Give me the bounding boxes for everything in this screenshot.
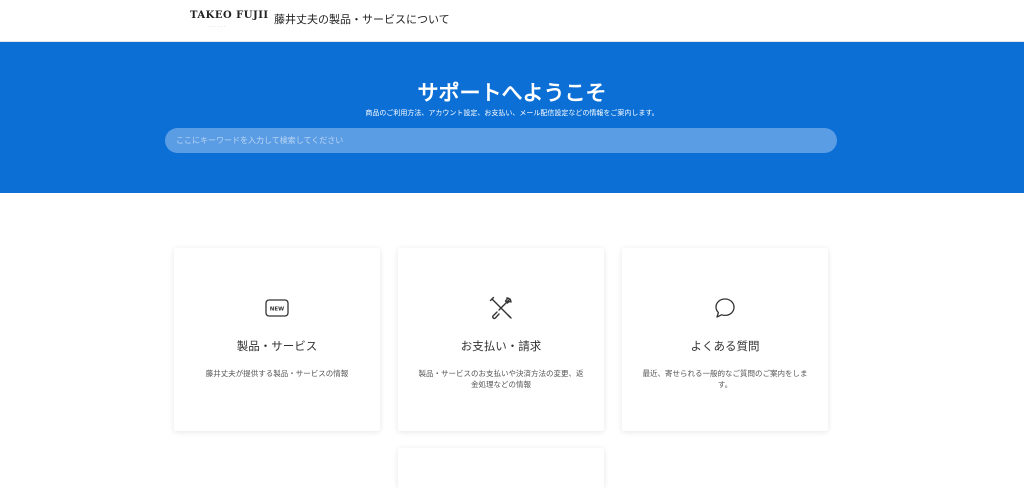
site-logo[interactable]: TAKEO FUJII - - - - - - (190, 9, 269, 31)
category-card-payment[interactable]: お支払い・請求 製品・サービスのお支払いや決済方法の変更、返金処理などの情報 (398, 248, 604, 431)
card-description: 製品・サービスのお支払いや決済方法の変更、返金処理などの情報 (418, 369, 584, 389)
search-input[interactable] (165, 128, 837, 153)
card-description: 最近、寄せられる一般的なご質問のご案内をします。 (642, 369, 808, 389)
hero-subtitle: 商品のご利用方法、アカウント設定、お支払い、メール配信設定などの情報をご案内しま… (365, 109, 659, 117)
new-badge-icon: NEW (174, 295, 380, 321)
about-products-link[interactable]: 藤井丈夫の製品・サービスについて (274, 13, 450, 27)
svg-text:NEW: NEW (270, 307, 284, 313)
speech-bubble-icon (622, 295, 828, 321)
card-title: よくある質問 (690, 339, 760, 353)
top-navigation-bar: TAKEO FUJII - - - - - - 藤井丈夫の製品・サービスについて (0, 0, 1024, 42)
card-title: お支払い・請求 (460, 339, 542, 353)
hero-banner: サポートへようこそ 商品のご利用方法、アカウント設定、お支払い、メール配信設定な… (0, 42, 1024, 193)
logo-tagline-mark: - - - - - - (208, 24, 226, 28)
card-title: 製品・サービス (236, 339, 318, 353)
logo-text: TAKEO FUJII (190, 10, 269, 21)
category-card-faq[interactable]: よくある質問 最近、寄せられる一般的なご質問のご案内をします。 (622, 248, 828, 431)
category-card-products[interactable]: NEW 製品・サービス 藤井丈夫が提供する製品・サービスの情報 (174, 248, 380, 431)
category-card-partial[interactable] (398, 448, 604, 488)
hero-title: サポートへようこそ (417, 81, 607, 105)
tools-icon (398, 295, 604, 321)
card-description: 藤井丈夫が提供する製品・サービスの情報 (205, 369, 349, 378)
